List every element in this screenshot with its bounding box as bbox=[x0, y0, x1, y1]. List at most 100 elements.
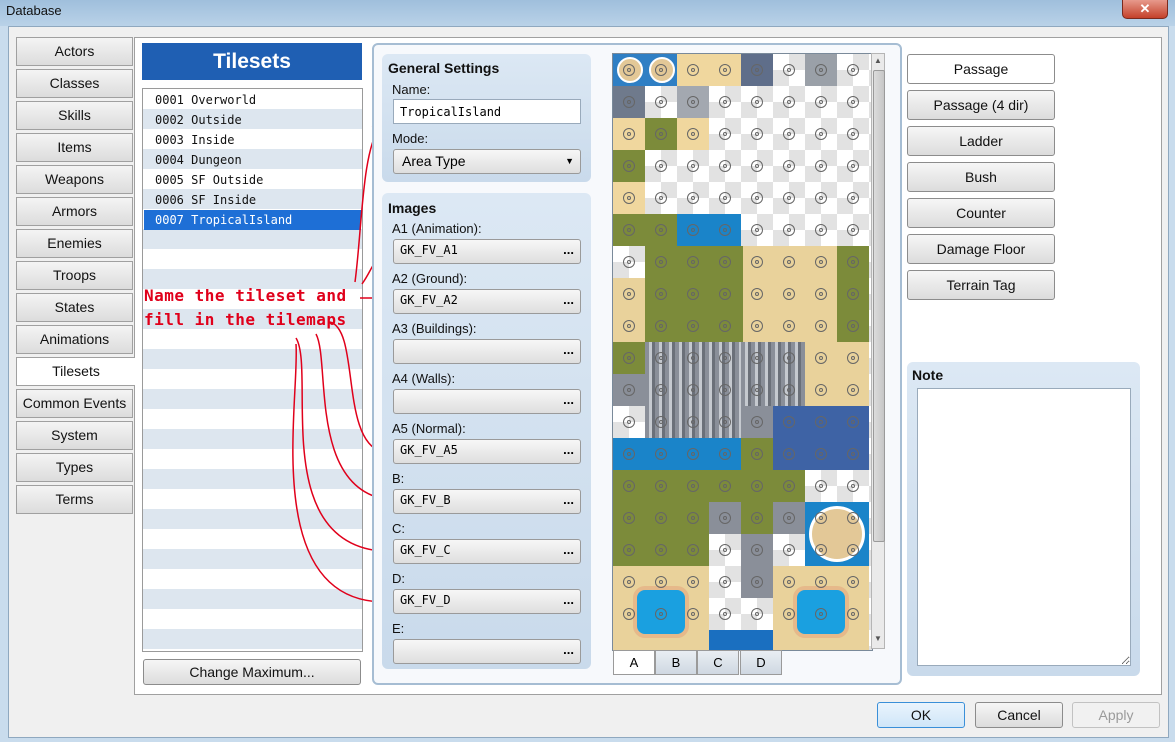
image-slot-a5[interactable]: GK_FV_A5... bbox=[393, 439, 581, 464]
tile-water bbox=[709, 630, 773, 650]
passage-circle-icon bbox=[655, 64, 667, 76]
tile-cliff bbox=[741, 342, 805, 406]
scroll-down-icon[interactable]: ▼ bbox=[873, 634, 883, 646]
passage-circle-icon bbox=[847, 160, 859, 172]
passage-circle-icon bbox=[815, 128, 827, 140]
passage-4dir-button[interactable]: Passage (4 dir) bbox=[907, 90, 1055, 120]
passage-circle-icon bbox=[687, 224, 699, 236]
passage-circle-icon bbox=[655, 192, 667, 204]
mode-select[interactable]: Area Type ▼ bbox=[393, 149, 581, 174]
note-textarea[interactable] bbox=[917, 388, 1131, 666]
tile-tab-b[interactable]: B bbox=[655, 650, 697, 675]
passage-circle-icon bbox=[719, 96, 731, 108]
passage-circle-icon bbox=[751, 384, 763, 396]
passage-circle-icon bbox=[623, 544, 635, 556]
passage-circle-icon bbox=[783, 320, 795, 332]
passage-circle-icon bbox=[847, 96, 859, 108]
mode-label: Mode: bbox=[392, 131, 429, 146]
ladder-button[interactable]: Ladder bbox=[907, 126, 1055, 156]
damage-floor-button[interactable]: Damage Floor bbox=[907, 234, 1055, 264]
passage-circle-icon bbox=[623, 256, 635, 268]
apply-button[interactable]: Apply bbox=[1072, 702, 1160, 728]
passage-circle-icon bbox=[815, 608, 827, 620]
passage-circle-icon bbox=[751, 512, 763, 524]
passage-circle-icon bbox=[719, 384, 731, 396]
image-slot-d[interactable]: GK_FV_D... bbox=[393, 589, 581, 614]
passage-circle-icon bbox=[655, 608, 667, 620]
terrain-tag-button[interactable]: Terrain Tag bbox=[907, 270, 1055, 300]
image-slot-a4[interactable]: ... bbox=[393, 389, 581, 414]
passage-circle-icon bbox=[815, 64, 827, 76]
tile-tab-a[interactable]: A bbox=[613, 650, 655, 675]
passage-circle-icon bbox=[655, 448, 667, 460]
passage-button[interactable]: Passage bbox=[907, 54, 1055, 84]
passage-circle-icon bbox=[687, 448, 699, 460]
bush-button[interactable]: Bush bbox=[907, 162, 1055, 192]
passage-circle-icon bbox=[687, 576, 699, 588]
scroll-thumb[interactable] bbox=[873, 70, 885, 542]
passage-circle-icon bbox=[783, 480, 795, 492]
passage-circle-icon bbox=[783, 288, 795, 300]
passage-circle-icon bbox=[847, 352, 859, 364]
image-slot-label-a4: A4 (Walls): bbox=[392, 371, 456, 386]
passage-circle-icon bbox=[751, 128, 763, 140]
counter-button[interactable]: Counter bbox=[907, 198, 1055, 228]
image-slot-e[interactable]: ... bbox=[393, 639, 581, 664]
passage-circle-icon bbox=[783, 128, 795, 140]
image-slot-a2[interactable]: GK_FV_A2... bbox=[393, 289, 581, 314]
passage-circle-icon bbox=[719, 256, 731, 268]
browse-icon: ... bbox=[563, 442, 574, 457]
ok-button[interactable]: OK bbox=[877, 702, 965, 728]
passage-circle-icon bbox=[623, 512, 635, 524]
browse-icon: ... bbox=[563, 292, 574, 307]
passage-circle-icon bbox=[783, 224, 795, 236]
passage-circle-icon bbox=[655, 256, 667, 268]
image-slot-value: GK_FV_A2 bbox=[400, 293, 458, 307]
passage-circle-icon bbox=[815, 512, 827, 524]
image-slot-label-b: B: bbox=[392, 471, 405, 486]
passage-circle-icon bbox=[655, 352, 667, 364]
image-slot-c[interactable]: GK_FV_C... bbox=[393, 539, 581, 564]
passage-circle-icon bbox=[687, 320, 699, 332]
passage-circle-icon bbox=[751, 224, 763, 236]
name-field[interactable] bbox=[393, 99, 581, 124]
chevron-down-icon: ▼ bbox=[565, 156, 574, 166]
browse-icon: ... bbox=[563, 542, 574, 557]
passage-circle-icon bbox=[847, 480, 859, 492]
passage-circle-icon bbox=[783, 608, 795, 620]
passage-circle-icon bbox=[687, 192, 699, 204]
cancel-button[interactable]: Cancel bbox=[975, 702, 1063, 728]
passage-circle-icon bbox=[719, 448, 731, 460]
image-slot-a3[interactable]: ... bbox=[393, 339, 581, 364]
image-slot-b[interactable]: GK_FV_B... bbox=[393, 489, 581, 514]
passage-circle-icon bbox=[751, 192, 763, 204]
image-slot-a1[interactable]: GK_FV_A1... bbox=[393, 239, 581, 264]
passage-circle-icon bbox=[719, 160, 731, 172]
passage-circle-icon bbox=[751, 320, 763, 332]
browse-icon: ... bbox=[563, 642, 574, 657]
passage-circle-icon bbox=[815, 448, 827, 460]
passage-circle-icon bbox=[687, 256, 699, 268]
tile-scrollbar[interactable]: ▲ ▼ bbox=[871, 53, 885, 649]
tile-tab-c[interactable]: C bbox=[697, 650, 739, 675]
scroll-up-icon[interactable]: ▲ bbox=[873, 56, 883, 68]
passage-circle-icon bbox=[815, 544, 827, 556]
passage-circle-icon bbox=[847, 128, 859, 140]
passage-circle-icon bbox=[655, 544, 667, 556]
passage-circle-icon bbox=[847, 320, 859, 332]
image-slot-value: GK_FV_B bbox=[400, 493, 451, 507]
passage-circle-icon bbox=[847, 448, 859, 460]
tile-tab-d[interactable]: D bbox=[740, 650, 782, 675]
browse-icon: ... bbox=[563, 592, 574, 607]
image-slot-value: GK_FV_D bbox=[400, 593, 451, 607]
passage-circle-icon bbox=[687, 160, 699, 172]
tile-palette[interactable] bbox=[612, 53, 873, 651]
passage-circle-icon bbox=[751, 544, 763, 556]
images-title: Images bbox=[388, 200, 437, 216]
passage-circle-icon bbox=[751, 448, 763, 460]
passage-circle-icon bbox=[655, 224, 667, 236]
passage-circle-icon bbox=[815, 352, 827, 364]
passage-circle-icon bbox=[847, 416, 859, 428]
passage-circle-icon bbox=[815, 256, 827, 268]
passage-circle-icon bbox=[719, 224, 731, 236]
